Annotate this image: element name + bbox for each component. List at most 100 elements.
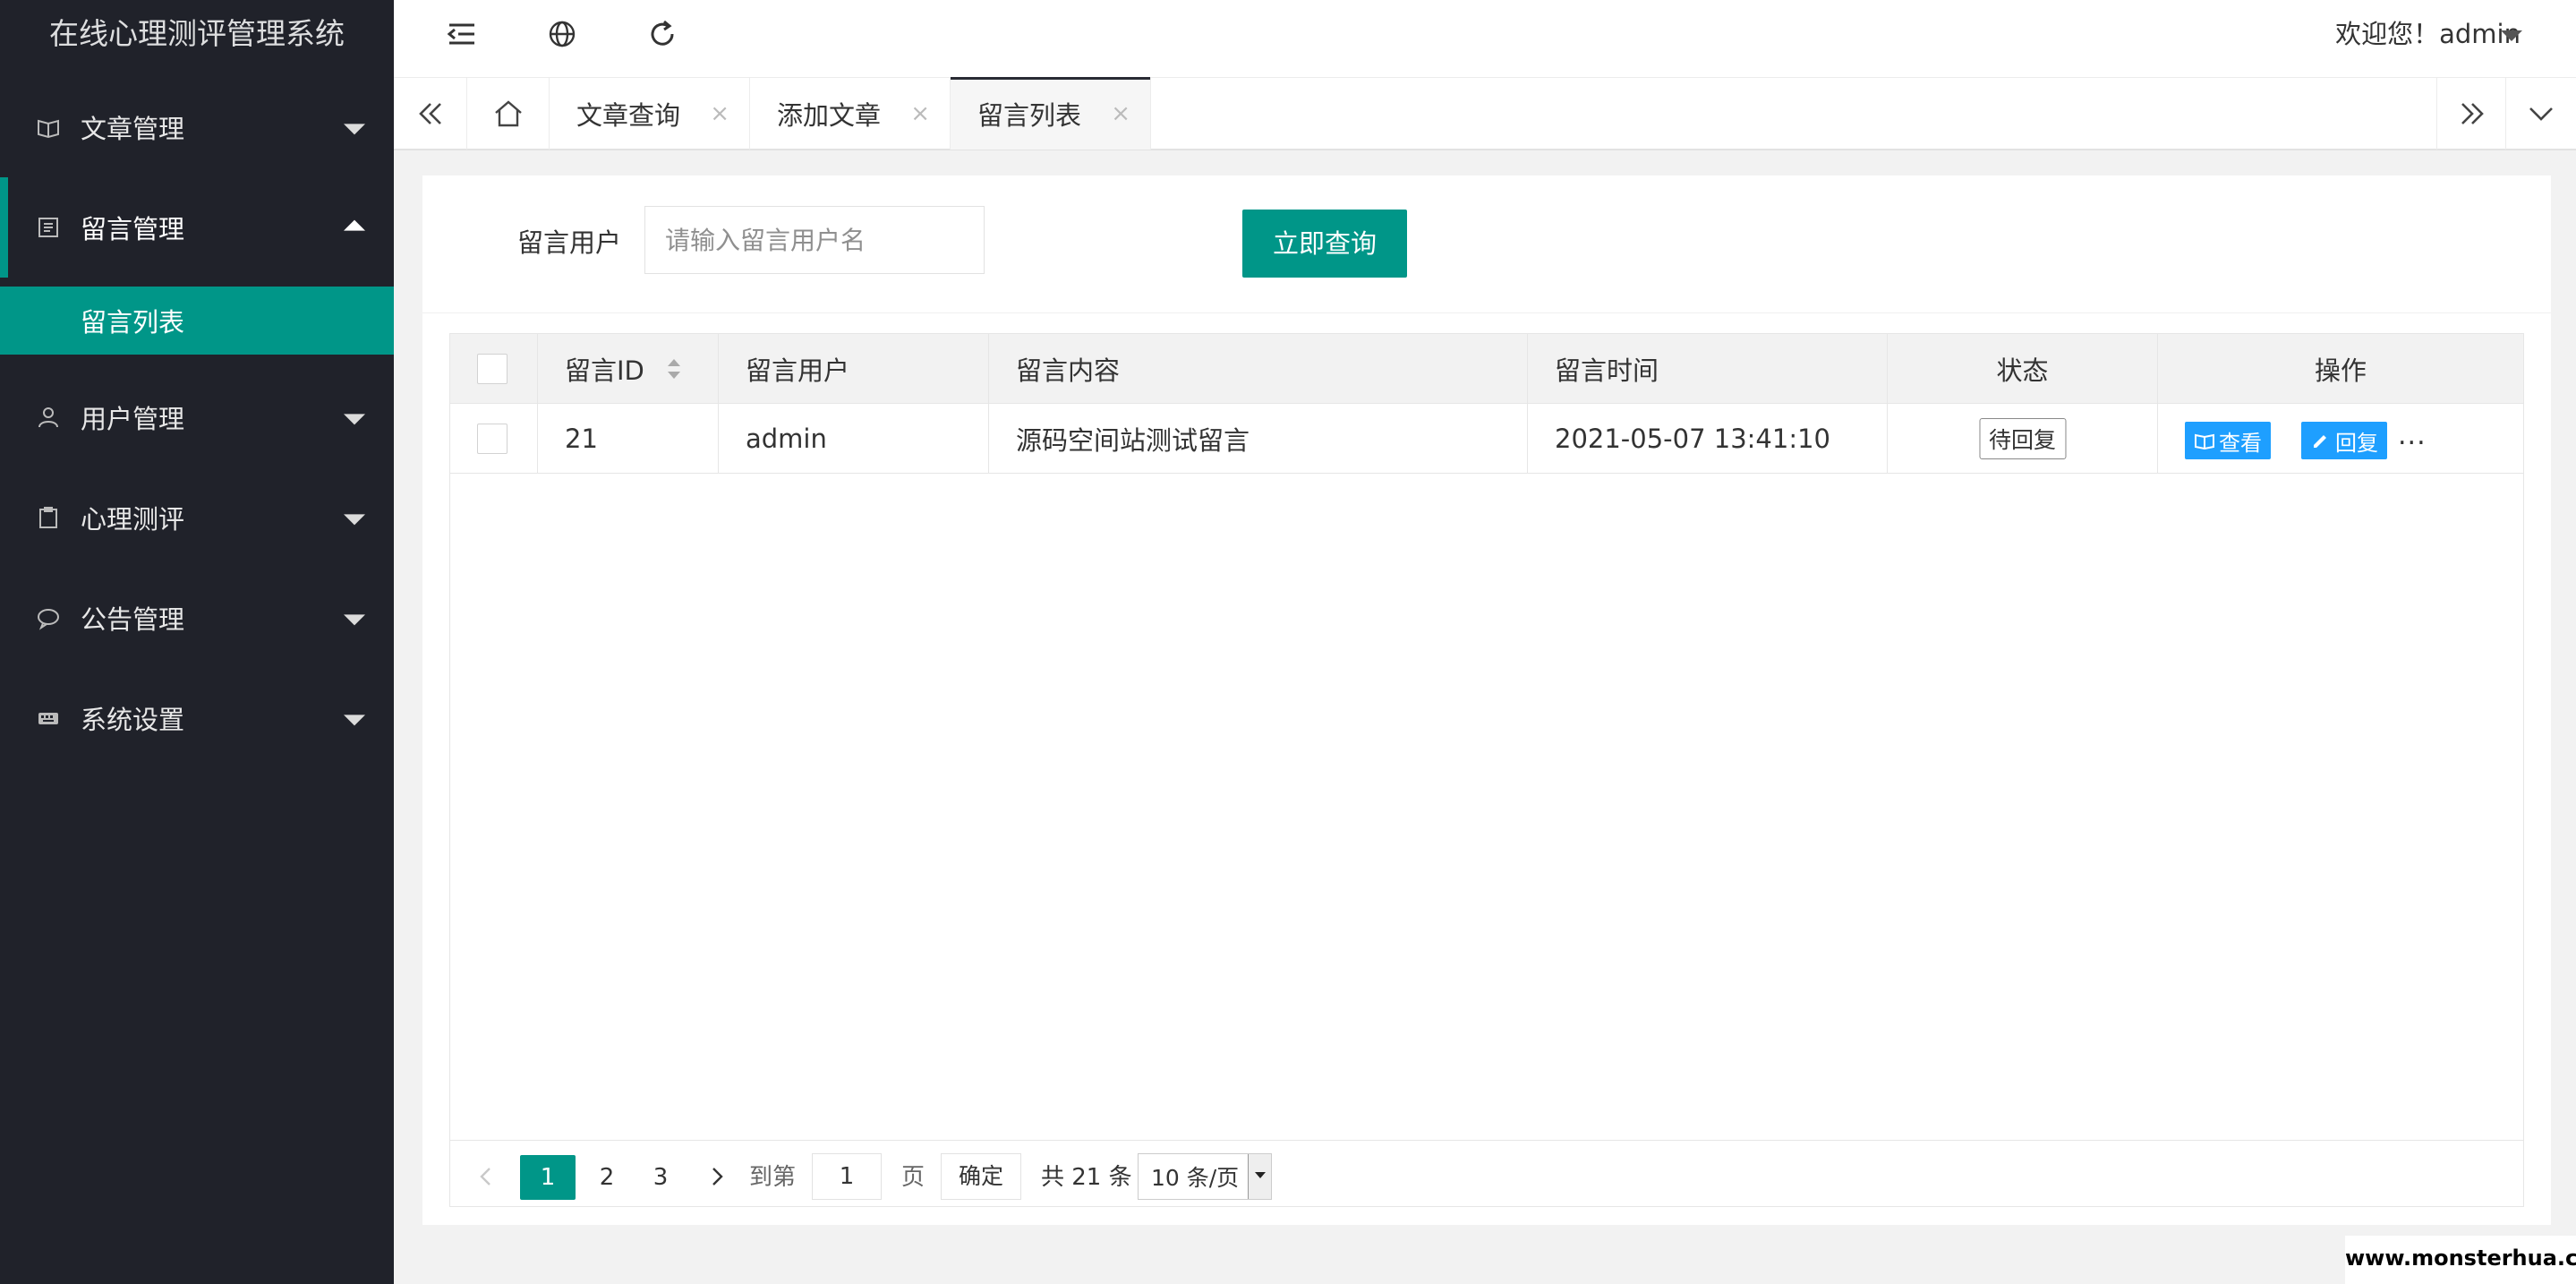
total-count: 共 21 条: [1041, 1164, 1132, 1191]
watermark: www.monsterhua.com: [2345, 1236, 2576, 1284]
clipboard-icon: [39, 507, 57, 528]
column-header-id[interactable]: 留言ID: [538, 334, 719, 404]
column-header-status: 状态: [1888, 334, 2158, 404]
content-card: 留言用户 立即查询 留言ID 留言用户 留言内容 留言时间 状态: [422, 175, 2551, 1225]
sidebar-item-messages[interactable]: 留言管理: [0, 177, 394, 278]
sidebar-item-label: 用户管理: [81, 404, 185, 434]
view-button-label: 查看: [2219, 430, 2262, 456]
tab-label: 文章查询: [576, 100, 681, 131]
reply-button-label: 回复: [2335, 430, 2378, 456]
sidebar-item-articles[interactable]: 文章管理: [0, 77, 394, 177]
tab-menu-button[interactable]: [2506, 78, 2576, 150]
search-label: 留言用户: [517, 227, 622, 258]
goto-confirm-button[interactable]: 确定: [941, 1153, 1021, 1200]
header-select-cell: [450, 334, 538, 404]
user-icon: [38, 407, 58, 428]
chevron-down-icon: [344, 124, 365, 135]
column-header-label: 留言ID: [565, 355, 644, 386]
next-page-icon[interactable]: [704, 1164, 729, 1189]
close-icon[interactable]: ×: [710, 100, 729, 127]
page-button-3[interactable]: 3: [638, 1155, 683, 1200]
tab-label: 添加文章: [777, 100, 882, 131]
cell-user: admin: [719, 404, 989, 474]
double-chevron-left-icon: [419, 103, 441, 124]
book-icon: [38, 119, 59, 139]
cell-time: 2021-05-07 13:41:10: [1528, 404, 1888, 474]
dropdown-arrow-icon: [1248, 1154, 1271, 1199]
sidebar-item-settings[interactable]: 系统设置: [0, 668, 394, 768]
message-table: 留言ID 留言用户 留言内容 留言时间 状态 操作 21 admin 源码空间站…: [449, 333, 2524, 1207]
search-button[interactable]: 立即查询: [1242, 210, 1407, 278]
prev-page-icon[interactable]: [473, 1164, 499, 1189]
pagination: 1 2 3 到第 页 确定 共 21 条 10 条/页: [450, 1140, 2523, 1206]
user-menu[interactable]: 欢迎您！admin: [2335, 16, 2521, 52]
cell-text: 2021-05-07 13:41:10: [1555, 424, 1830, 454]
goto-page-input[interactable]: [812, 1153, 882, 1200]
column-header-label: 操作: [2314, 355, 2367, 386]
row-checkbox[interactable]: [477, 424, 508, 454]
tab-bar: 文章查询 × 添加文章 × 留言列表 ×: [394, 77, 2576, 150]
tab-label: 留言列表: [977, 100, 1082, 131]
home-icon: [495, 100, 522, 127]
sidebar-item-announcements[interactable]: 公告管理: [0, 568, 394, 668]
pencil-icon: [2314, 435, 2326, 448]
top-header: 欢迎您！admin: [394, 0, 2576, 77]
column-header-actions: 操作: [2158, 334, 2523, 404]
chevron-up-icon: [344, 219, 365, 231]
close-icon[interactable]: ×: [1111, 100, 1130, 127]
chevron-down-icon: [344, 414, 365, 425]
chevron-down-icon: [344, 715, 365, 726]
cell-actions: 查看 回复 ...: [2158, 404, 2523, 474]
table-row: 21 admin 源码空间站测试留言 2021-05-07 13:41:10 待…: [450, 404, 2523, 474]
column-header-label: 留言内容: [1016, 355, 1121, 386]
cell-status: 待回复: [1888, 404, 2158, 474]
menu-collapse-icon[interactable]: [444, 16, 480, 52]
chevron-down-icon: [2529, 107, 2553, 121]
sidebar: 在线心理测评管理系统 文章管理 留言管理 留言列表 用户管理 心理测评 公告管理…: [0, 0, 394, 1284]
goto-label: 到第: [749, 1164, 797, 1191]
column-header-time: 留言时间: [1528, 334, 1888, 404]
close-icon[interactable]: ×: [910, 100, 930, 127]
column-header-label: 状态: [1996, 355, 2049, 386]
refresh-icon[interactable]: [644, 16, 680, 52]
column-header-user: 留言用户: [719, 334, 989, 404]
globe-icon[interactable]: [544, 16, 580, 52]
sort-icon[interactable]: [665, 355, 683, 382]
select-all-checkbox[interactable]: [477, 354, 508, 384]
column-header-label: 留言用户: [746, 355, 850, 386]
tab-scroll-right-button[interactable]: [2436, 78, 2506, 150]
reply-button[interactable]: 回复: [2301, 422, 2387, 459]
sidebar-subitem-label: 留言列表: [81, 307, 185, 338]
bubble-icon: [38, 609, 59, 630]
page-size-select[interactable]: 10 条/页: [1138, 1153, 1272, 1200]
page-button-1[interactable]: 1: [520, 1155, 576, 1200]
sidebar-item-users[interactable]: 用户管理: [0, 367, 394, 467]
tab-message-list[interactable]: 留言列表 ×: [951, 77, 1151, 150]
status-badge: 待回复: [1978, 418, 2067, 459]
chevron-down-icon: [344, 614, 365, 626]
more-actions[interactable]: ...: [2398, 420, 2427, 451]
chevron-down-icon[interactable]: [2501, 30, 2522, 41]
sidebar-item-assessment[interactable]: 心理测评: [0, 467, 394, 568]
cell-content: 源码空间站测试留言: [989, 404, 1528, 474]
page-button-2[interactable]: 2: [584, 1155, 629, 1200]
sidebar-item-label: 文章管理: [81, 114, 185, 144]
message-icon: [38, 218, 58, 237]
sidebar-subitem-message-list[interactable]: 留言列表: [0, 287, 394, 355]
cell-id: 21: [538, 404, 719, 474]
tab-scroll-left-button[interactable]: [394, 78, 467, 150]
cell-text: admin: [746, 424, 827, 454]
page-unit-label: 页: [901, 1164, 925, 1191]
column-header-label: 留言时间: [1555, 355, 1659, 386]
sidebar-item-label: 心理测评: [81, 504, 185, 535]
tab-home-button[interactable]: [467, 78, 550, 150]
table-header: 留言ID 留言用户 留言内容 留言时间 状态 操作: [450, 334, 2523, 404]
tab-article-query[interactable]: 文章查询 ×: [550, 78, 750, 150]
search-user-input[interactable]: [644, 206, 985, 274]
column-header-content: 留言内容: [989, 334, 1528, 404]
keyboard-icon: [38, 713, 58, 724]
tab-add-article[interactable]: 添加文章 ×: [750, 78, 951, 150]
cell-text: 21: [565, 424, 598, 454]
book-open-icon: [2195, 433, 2214, 450]
view-button[interactable]: 查看: [2185, 422, 2271, 459]
